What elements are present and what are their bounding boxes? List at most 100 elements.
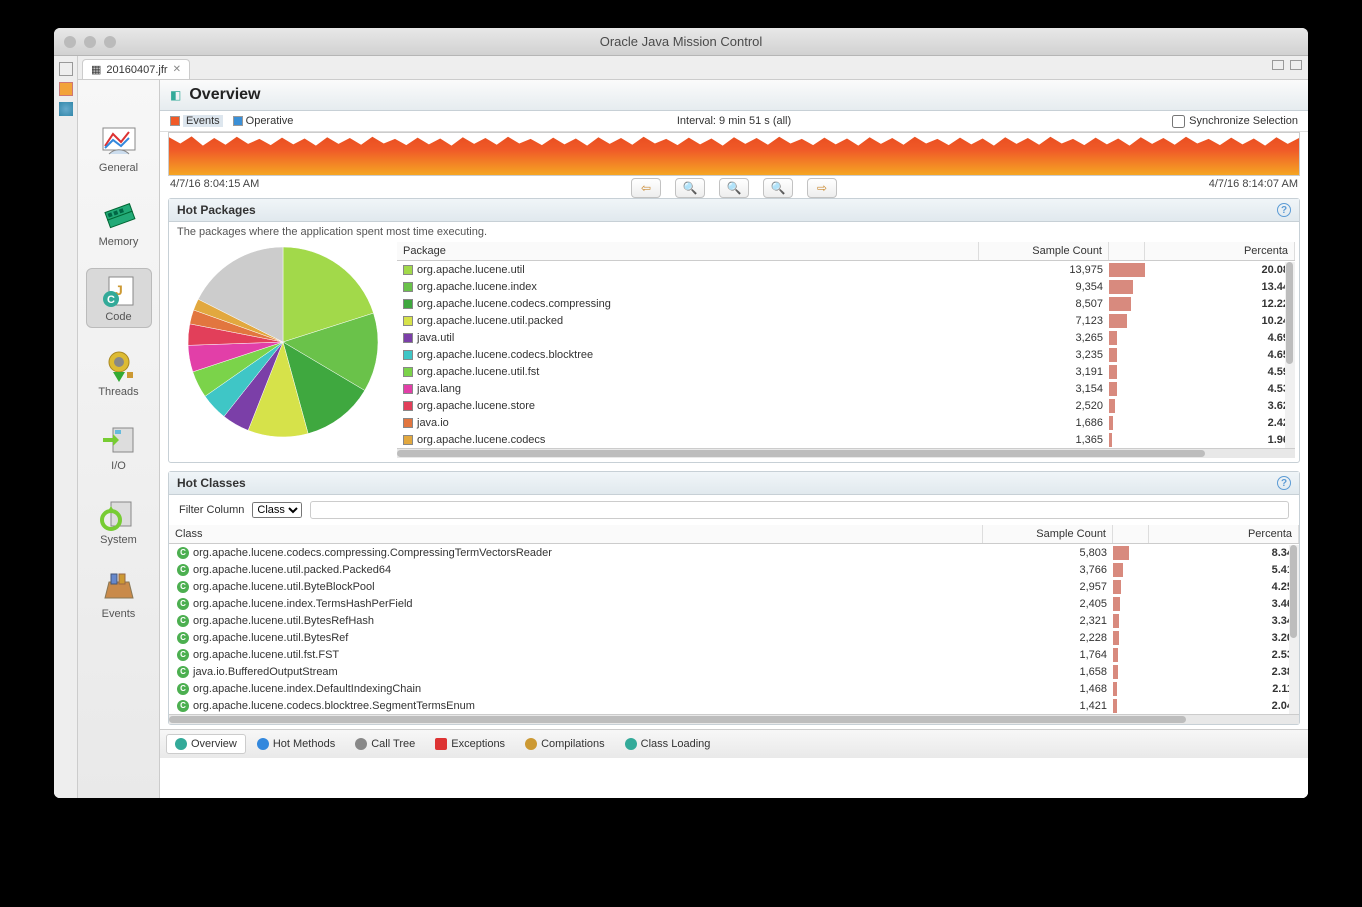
class-icon: C — [177, 683, 189, 695]
compilations-tab-icon — [525, 738, 537, 750]
nav-threads[interactable]: Threads — [86, 344, 152, 402]
table-row[interactable]: Corg.apache.lucene.util.fst.FST1,7642.53 — [169, 646, 1299, 663]
titlebar: Oracle Java Mission Control — [54, 28, 1308, 56]
classloading-tab-icon — [625, 738, 637, 750]
close-tab-icon[interactable]: ✕ — [173, 64, 181, 75]
side-nav: General Memory JCCode Threads I/O System… — [78, 80, 160, 798]
table-row[interactable]: org.apache.lucene.codecs.compressing8,50… — [397, 295, 1295, 312]
h-scrollbar[interactable] — [169, 714, 1299, 724]
sync-selection[interactable]: Synchronize Selection — [1172, 115, 1298, 128]
zoom-in-button[interactable]: 🔍 — [719, 178, 749, 198]
table-row[interactable]: Corg.apache.lucene.index.TermsHashPerFie… — [169, 595, 1299, 612]
table-row[interactable]: java.util3,2654.69 — [397, 329, 1295, 346]
restore-icon[interactable] — [59, 62, 73, 76]
hot-packages-table[interactable]: Package Sample Count Percenta org.apache… — [397, 242, 1295, 458]
tab-overview[interactable]: Overview — [166, 734, 246, 754]
nav-forward-button[interactable]: ⇨ — [807, 178, 837, 198]
minimize-view-icon[interactable] — [1272, 60, 1284, 70]
timeline-chart[interactable] — [168, 132, 1300, 176]
left-gutter — [54, 56, 78, 798]
table-row[interactable]: Corg.apache.lucene.codecs.compressing.Co… — [169, 544, 1299, 561]
table-row[interactable]: Corg.apache.lucene.codecs.blocktree.Segm… — [169, 697, 1299, 714]
nav-memory[interactable]: Memory — [86, 194, 152, 252]
v-scrollbar[interactable] — [1289, 545, 1299, 714]
col-percentage[interactable]: Percenta — [1149, 525, 1299, 543]
class-icon: C — [177, 700, 189, 712]
events-swatch — [170, 116, 180, 126]
col-percentage[interactable]: Percenta — [1145, 242, 1295, 260]
table-row[interactable]: org.apache.lucene.util.fst3,1914.59 — [397, 363, 1295, 380]
col-class[interactable]: Class — [169, 525, 983, 543]
help-icon[interactable]: ? — [1277, 476, 1291, 490]
bottom-tabs: Overview Hot Methods Call Tree Exception… — [160, 729, 1308, 758]
table-row[interactable]: org.apache.lucene.index9,35413.44 — [397, 278, 1295, 295]
table-row[interactable]: Corg.apache.lucene.index.DefaultIndexing… — [169, 680, 1299, 697]
tab-label: 20160407.jfr — [106, 64, 167, 76]
time-end: 4/7/16 8:14:07 AM — [1209, 178, 1298, 190]
hot-packages-subtitle: The packages where the application spent… — [169, 222, 1299, 242]
class-icon: C — [177, 598, 189, 610]
col-sample-count[interactable]: Sample Count — [979, 242, 1109, 260]
table-row[interactable]: Corg.apache.lucene.util.BytesRef2,2283.2… — [169, 629, 1299, 646]
maximize-view-icon[interactable] — [1290, 60, 1302, 70]
hot-classes-section: Hot Classes ? Filter Column Class Class … — [168, 471, 1300, 725]
nav-back-button[interactable]: ⇦ — [631, 178, 661, 198]
nav-io[interactable]: I/O — [86, 418, 152, 476]
zoom-selection-button[interactable]: 🔍 — [763, 178, 793, 198]
hot-packages-section: Hot Packages ? The packages where the ap… — [168, 198, 1300, 463]
class-icon: C — [177, 547, 189, 559]
class-icon: C — [177, 666, 189, 678]
nav-system[interactable]: System — [86, 492, 152, 550]
table-row[interactable]: org.apache.lucene.util.packed7,12310.24 — [397, 312, 1295, 329]
refresh-icon[interactable] — [59, 102, 73, 116]
class-icon: C — [177, 564, 189, 576]
tab-jfr-file[interactable]: ▦ 20160407.jfr ✕ — [82, 59, 190, 79]
sync-checkbox[interactable] — [1172, 115, 1185, 128]
tree-tab-icon — [355, 738, 367, 750]
tab-exceptions[interactable]: Exceptions — [426, 734, 514, 754]
table-row[interactable]: java.lang3,1544.53 — [397, 380, 1295, 397]
nav-general[interactable]: General — [86, 120, 152, 178]
tab-class-loading[interactable]: Class Loading — [616, 734, 720, 754]
nav-events[interactable]: Events — [86, 566, 152, 624]
col-package[interactable]: Package — [397, 242, 979, 260]
methods-tab-icon — [257, 738, 269, 750]
tab-call-tree[interactable]: Call Tree — [346, 734, 424, 754]
h-scrollbar[interactable] — [397, 448, 1295, 458]
class-icon: C — [177, 615, 189, 627]
zoom-out-button[interactable]: 🔍 — [675, 178, 705, 198]
nav-code[interactable]: JCCode — [86, 268, 152, 328]
table-row[interactable]: Corg.apache.lucene.util.packed.Packed643… — [169, 561, 1299, 578]
table-row[interactable]: org.apache.lucene.codecs1,3651.96 — [397, 431, 1295, 448]
exceptions-tab-icon — [435, 738, 447, 750]
col-sample-count[interactable]: Sample Count — [983, 525, 1113, 543]
table-row[interactable]: org.apache.lucene.store2,5203.62 — [397, 397, 1295, 414]
table-row[interactable]: java.io1,6862.42 — [397, 414, 1295, 431]
jfr-file-icon: ▦ — [91, 63, 101, 76]
window-title: Oracle Java Mission Control — [54, 34, 1308, 49]
filter-column-select[interactable]: Class — [252, 502, 302, 518]
hot-packages-title: Hot Packages — [177, 203, 256, 217]
time-start: 4/7/16 8:04:15 AM — [170, 178, 259, 190]
table-row[interactable]: Corg.apache.lucene.util.BytesRefHash2,32… — [169, 612, 1299, 629]
editor-tabbar: ▦ 20160407.jfr ✕ — [78, 56, 1308, 80]
v-scrollbar[interactable] — [1285, 262, 1295, 448]
jmc-icon[interactable] — [59, 82, 73, 96]
interval-label: Interval: 9 min 51 s (all) — [677, 115, 791, 127]
table-row[interactable]: Corg.apache.lucene.util.ByteBlockPool2,9… — [169, 578, 1299, 595]
filter-input[interactable] — [310, 501, 1289, 519]
app-window: Oracle Java Mission Control ▦ 20160407.j… — [54, 28, 1308, 798]
class-icon: C — [177, 632, 189, 644]
hot-classes-table[interactable]: Class Sample Count Percenta Corg.apache.… — [169, 525, 1299, 724]
hot-packages-pie — [173, 242, 393, 442]
filter-label: Filter Column — [179, 504, 244, 516]
help-icon[interactable]: ? — [1277, 203, 1291, 217]
table-row[interactable]: org.apache.lucene.util13,97520.08 — [397, 261, 1295, 278]
class-icon: C — [177, 649, 189, 661]
timeline-wave — [169, 133, 1299, 175]
tab-hot-methods[interactable]: Hot Methods — [248, 734, 344, 754]
table-row[interactable]: org.apache.lucene.codecs.blocktree3,2354… — [397, 346, 1295, 363]
table-row[interactable]: Cjava.io.BufferedOutputStream1,6582.38 — [169, 663, 1299, 680]
operative-swatch — [233, 116, 243, 126]
tab-compilations[interactable]: Compilations — [516, 734, 614, 754]
